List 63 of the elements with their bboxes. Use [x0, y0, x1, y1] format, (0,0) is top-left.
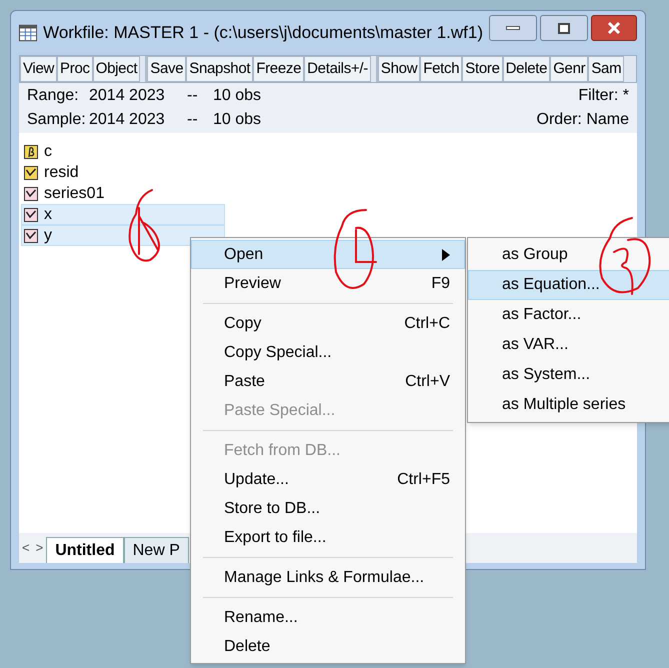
maximize-button[interactable]: [540, 15, 588, 41]
toolbar-button[interactable]: Show: [378, 56, 420, 82]
window-title: Workfile: MASTER 1 - (c:\users\j\documents\master 1.wf1): [43, 22, 483, 44]
info-value: 2014 2023: [89, 110, 166, 130]
info-right: Filter: *: [578, 86, 629, 106]
toolbar-button[interactable]: Object: [92, 56, 140, 82]
info-label: Sample:: [27, 110, 87, 130]
toolbar-button[interactable]: Proc: [57, 56, 93, 82]
object-item[interactable]: series01: [21, 183, 225, 204]
shortcut-label: Ctrl+F5: [397, 470, 450, 490]
toolbar-button[interactable]: Snapshot: [186, 56, 254, 82]
toolbar-button[interactable]: Store: [462, 56, 503, 82]
spreadsheet-icon: [19, 24, 38, 42]
minimize-button[interactable]: [489, 15, 537, 41]
menu-item[interactable]: as Multiple series: [468, 390, 669, 420]
menu-item[interactable]: as System...: [468, 360, 669, 390]
toolbar-button[interactable]: Freeze: [253, 56, 304, 82]
toolbar-button[interactable]: Details+/-: [304, 56, 371, 82]
info-dash: --: [187, 110, 199, 130]
shortcut-label: Ctrl+V: [405, 372, 450, 392]
info-dash: --: [187, 86, 199, 106]
menu-item[interactable]: Open: [191, 240, 465, 269]
menu-item[interactable]: Copy Special...: [191, 338, 465, 367]
object-item[interactable]: c: [21, 141, 225, 162]
menu-item[interactable]: as Group: [468, 240, 669, 270]
series-icon: [24, 186, 38, 200]
menu-item[interactable]: as VAR...: [468, 330, 669, 360]
tab-scroll-arrow[interactable]: <: [19, 538, 33, 563]
info-value: 2014 2023: [89, 86, 166, 106]
menu-item[interactable]: Export to file...: [191, 523, 465, 552]
series-icon: [24, 228, 38, 242]
toolbar-button[interactable]: Fetch: [420, 56, 462, 82]
close-icon: [607, 21, 621, 35]
toolbar-button[interactable]: Genr: [550, 56, 588, 82]
info-right: Order: Name: [536, 110, 629, 130]
series-icon: [24, 166, 38, 180]
menu-item[interactable]: Store to DB...: [191, 494, 465, 523]
toolbar-button[interactable]: View: [20, 56, 58, 82]
menu-item[interactable]: Preview F9: [191, 269, 465, 298]
series-icon: [24, 208, 38, 222]
menu-item[interactable]: as Factor...: [468, 300, 669, 330]
shortcut-label: Ctrl+C: [404, 314, 450, 334]
toolbar-button[interactable]: Sam: [588, 56, 624, 82]
menu-item[interactable]: Update... Ctrl+F5: [191, 465, 465, 494]
sheet-tab[interactable]: Untitled: [46, 537, 124, 563]
menu-item[interactable]: as Equation...: [468, 270, 669, 300]
menu-item[interactable]: Rename...: [191, 603, 465, 632]
tab-scroll-arrow[interactable]: >: [32, 538, 46, 563]
object-item[interactable]: resid: [21, 162, 225, 183]
info-label: Range:: [27, 86, 80, 106]
info-obs: 10 obs: [213, 110, 262, 130]
toolbar-button[interactable]: Delete: [502, 56, 550, 82]
close-button[interactable]: [591, 15, 637, 41]
menu-item[interactable]: Paste Ctrl+V: [191, 367, 465, 396]
info-obs: 10 obs: [213, 86, 262, 106]
toolbar-button[interactable]: Save: [147, 56, 186, 82]
shortcut-label: F9: [431, 274, 450, 294]
coefficient-icon: [24, 144, 38, 158]
sheet-tab[interactable]: New P: [124, 537, 189, 563]
menu-item[interactable]: Copy Ctrl+C: [191, 309, 465, 338]
menu-item[interactable]: Delete: [191, 632, 465, 661]
menu-item[interactable]: Manage Links & Formulae...: [191, 563, 465, 592]
object-item[interactable]: x: [21, 204, 225, 225]
